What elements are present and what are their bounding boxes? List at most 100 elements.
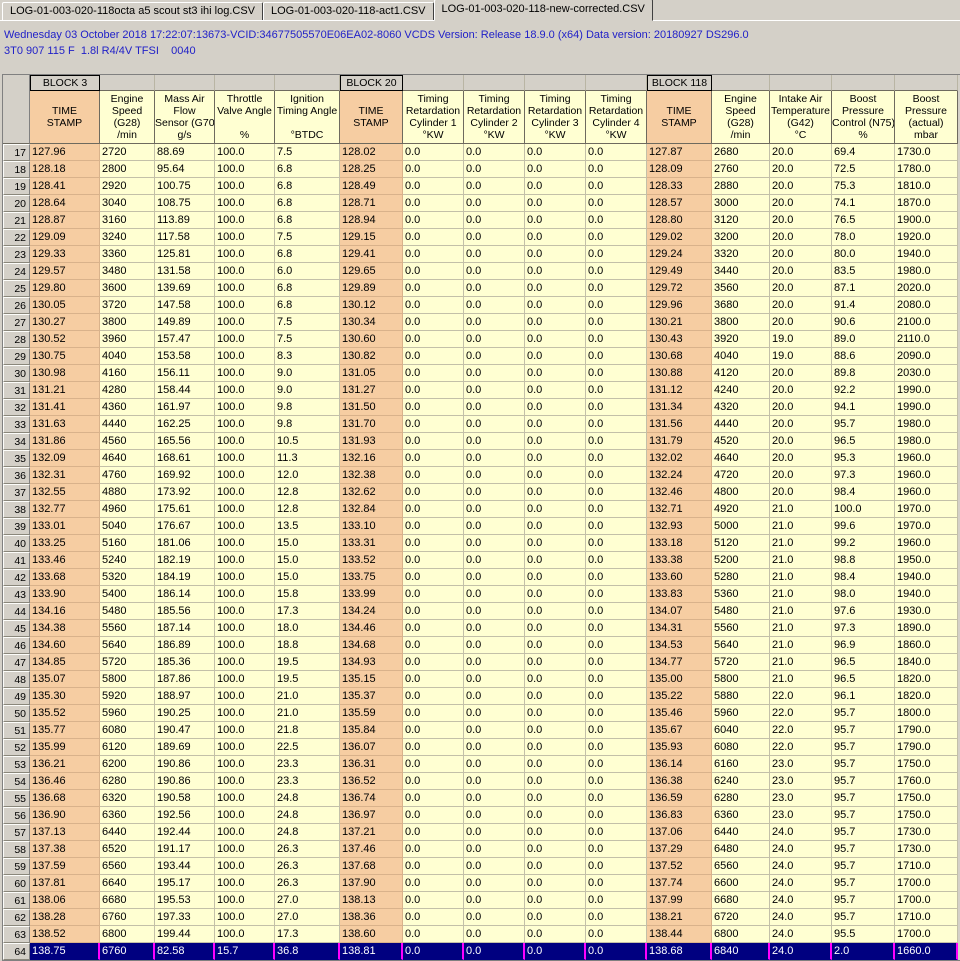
log-cell[interactable]: 0.0 bbox=[525, 246, 586, 263]
log-cell[interactable]: 1890.0 bbox=[895, 620, 958, 637]
log-cell[interactable]: 135.30 bbox=[30, 688, 100, 705]
log-cell[interactable]: 5560 bbox=[100, 620, 155, 637]
log-cell[interactable]: 131.58 bbox=[155, 263, 215, 280]
log-cell[interactable]: 181.06 bbox=[155, 535, 215, 552]
log-cell[interactable]: 95.7 bbox=[832, 824, 895, 841]
log-cell[interactable]: 128.33 bbox=[647, 178, 712, 195]
log-cell[interactable]: 100.0 bbox=[215, 433, 275, 450]
row-number[interactable]: 57 bbox=[3, 824, 30, 841]
log-cell[interactable]: 100.0 bbox=[215, 484, 275, 501]
log-cell[interactable]: 1820.0 bbox=[895, 688, 958, 705]
log-row[interactable]: 35 132.09 4640 168.61 100.0 11.3 132.16 0.0 0.0 0… bbox=[3, 450, 958, 467]
log-row[interactable]: 61 138.06 6680 195.53 100.0 27.0 138.13 0.0 0.0 0… bbox=[3, 892, 958, 909]
log-cell[interactable]: 138.44 bbox=[647, 926, 712, 943]
log-cell[interactable]: 132.55 bbox=[30, 484, 100, 501]
log-cell[interactable]: 0.0 bbox=[586, 841, 647, 858]
row-number[interactable]: 36 bbox=[3, 467, 30, 484]
row-number[interactable]: 58 bbox=[3, 841, 30, 858]
log-cell[interactable]: 8.3 bbox=[275, 348, 340, 365]
log-cell[interactable]: 97.6 bbox=[832, 603, 895, 620]
log-cell[interactable]: 95.7 bbox=[832, 909, 895, 926]
log-cell[interactable]: 2880 bbox=[712, 178, 770, 195]
log-cell[interactable]: 1960.0 bbox=[895, 450, 958, 467]
log-cell[interactable]: 9.8 bbox=[275, 416, 340, 433]
log-cell[interactable]: 131.27 bbox=[340, 382, 403, 399]
log-row[interactable]: 44 134.16 5480 185.56 100.0 17.3 134.24 0.0 0.0 0… bbox=[3, 603, 958, 620]
log-cell[interactable]: 0.0 bbox=[586, 671, 647, 688]
log-cell[interactable]: 6280 bbox=[100, 773, 155, 790]
log-cell[interactable]: 0.0 bbox=[464, 416, 525, 433]
log-cell[interactable]: 26.3 bbox=[275, 875, 340, 892]
row-number[interactable]: 27 bbox=[3, 314, 30, 331]
log-cell[interactable]: 95.7 bbox=[832, 841, 895, 858]
log-cell[interactable]: 2090.0 bbox=[895, 348, 958, 365]
log-cell[interactable]: 132.71 bbox=[647, 501, 712, 518]
log-cell[interactable]: 1920.0 bbox=[895, 229, 958, 246]
row-number[interactable]: 62 bbox=[3, 909, 30, 926]
log-cell[interactable]: 1970.0 bbox=[895, 501, 958, 518]
row-number[interactable]: 29 bbox=[3, 348, 30, 365]
log-cell[interactable]: 129.89 bbox=[340, 280, 403, 297]
log-cell[interactable]: 0.0 bbox=[464, 433, 525, 450]
log-cell[interactable]: 76.5 bbox=[832, 212, 895, 229]
log-cell[interactable]: 4520 bbox=[712, 433, 770, 450]
log-cell[interactable]: 0.0 bbox=[464, 654, 525, 671]
log-cell[interactable]: 134.53 bbox=[647, 637, 712, 654]
log-cell[interactable]: 0.0 bbox=[464, 603, 525, 620]
log-cell[interactable]: 0.0 bbox=[464, 552, 525, 569]
log-cell[interactable]: 100.0 bbox=[215, 416, 275, 433]
log-cell[interactable]: 21.0 bbox=[770, 569, 832, 586]
log-cell[interactable]: 0.0 bbox=[525, 297, 586, 314]
log-cell[interactable]: 132.09 bbox=[30, 450, 100, 467]
log-cell[interactable]: 195.17 bbox=[155, 875, 215, 892]
log-cell[interactable]: 1660.0 bbox=[895, 943, 958, 960]
log-cell[interactable]: 0.0 bbox=[525, 331, 586, 348]
log-cell[interactable]: 20.0 bbox=[770, 246, 832, 263]
log-cell[interactable]: 0.0 bbox=[586, 637, 647, 654]
log-cell[interactable]: 6360 bbox=[100, 807, 155, 824]
log-cell[interactable]: 0.0 bbox=[464, 807, 525, 824]
log-cell[interactable]: 21.0 bbox=[770, 654, 832, 671]
log-cell[interactable]: 190.25 bbox=[155, 705, 215, 722]
log-cell[interactable]: 6560 bbox=[712, 858, 770, 875]
log-cell[interactable]: 4440 bbox=[712, 416, 770, 433]
log-cell[interactable]: 96.1 bbox=[832, 688, 895, 705]
log-cell[interactable]: 197.33 bbox=[155, 909, 215, 926]
log-cell[interactable]: 3040 bbox=[100, 195, 155, 212]
log-cell[interactable]: 131.79 bbox=[647, 433, 712, 450]
log-cell[interactable]: 100.0 bbox=[215, 841, 275, 858]
log-cell[interactable]: 0.0 bbox=[403, 518, 464, 535]
log-cell[interactable]: 0.0 bbox=[464, 382, 525, 399]
log-cell[interactable]: 6440 bbox=[712, 824, 770, 841]
log-cell[interactable]: 191.17 bbox=[155, 841, 215, 858]
row-number[interactable]: 33 bbox=[3, 416, 30, 433]
log-cell[interactable]: 98.0 bbox=[832, 586, 895, 603]
log-row[interactable]: 46 134.60 5640 186.89 100.0 18.8 134.68 0.0 0.0 0… bbox=[3, 637, 958, 654]
log-cell[interactable]: 128.94 bbox=[340, 212, 403, 229]
column-header[interactable]: Engine Speed (G28)/min bbox=[712, 91, 770, 144]
log-cell[interactable]: 0.0 bbox=[586, 858, 647, 875]
log-cell[interactable]: 0.0 bbox=[403, 569, 464, 586]
row-number[interactable]: 19 bbox=[3, 178, 30, 195]
log-cell[interactable]: 0.0 bbox=[464, 280, 525, 297]
log-cell[interactable]: 6800 bbox=[712, 926, 770, 943]
log-cell[interactable]: 132.38 bbox=[340, 467, 403, 484]
log-cell[interactable]: 5000 bbox=[712, 518, 770, 535]
log-cell[interactable]: 78.0 bbox=[832, 229, 895, 246]
log-cell[interactable]: 100.0 bbox=[215, 722, 275, 739]
log-cell[interactable]: 130.88 bbox=[647, 365, 712, 382]
log-cell[interactable]: 2110.0 bbox=[895, 331, 958, 348]
log-cell[interactable]: 100.0 bbox=[215, 365, 275, 382]
log-cell[interactable]: 22.0 bbox=[770, 739, 832, 756]
log-cell[interactable]: 130.34 bbox=[340, 314, 403, 331]
log-cell[interactable]: 0.0 bbox=[464, 399, 525, 416]
log-cell[interactable]: 135.37 bbox=[340, 688, 403, 705]
log-cell[interactable]: 0.0 bbox=[403, 212, 464, 229]
log-cell[interactable]: 21.0 bbox=[770, 586, 832, 603]
row-number[interactable]: 39 bbox=[3, 518, 30, 535]
log-cell[interactable]: 0.0 bbox=[403, 314, 464, 331]
log-cell[interactable]: 0.0 bbox=[586, 603, 647, 620]
log-cell[interactable]: 15.8 bbox=[275, 586, 340, 603]
log-cell[interactable]: 193.44 bbox=[155, 858, 215, 875]
log-cell[interactable]: 100.75 bbox=[155, 178, 215, 195]
